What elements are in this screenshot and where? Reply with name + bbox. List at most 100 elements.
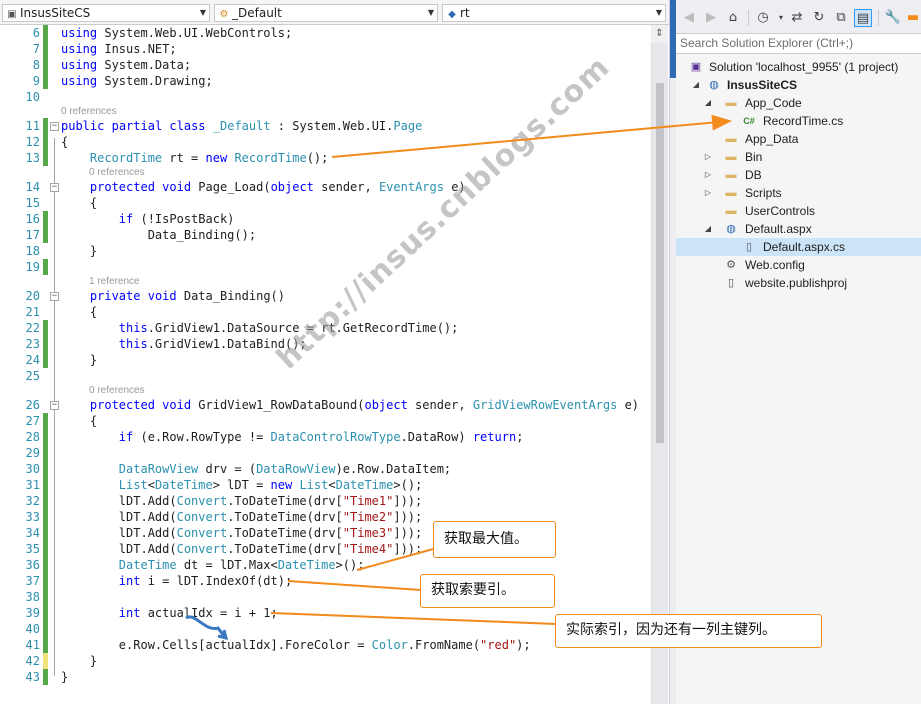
forward-icon[interactable]: ▶ <box>702 9 720 27</box>
codelens-page-load-references[interactable]: 0 references <box>89 166 145 180</box>
code-line[interactable]: 13 RecordTime rt = new RecordTime(); <box>0 150 651 166</box>
code-line[interactable]: 24 } <box>0 352 651 368</box>
code-line[interactable]: 30 DataRowView drv = (DataRowView)e.Row.… <box>0 461 651 477</box>
tree-item-app-code[interactable]: ◢ ▬ App_Code <box>676 94 921 112</box>
code-line[interactable]: 20 − private void Data_Binding() <box>0 288 651 304</box>
code-line[interactable]: 17 Data_Binding(); <box>0 227 651 243</box>
code-line[interactable]: 12 { <box>0 134 651 150</box>
code-text: lDT.Add(Convert.ToDateTime(drv["Time2"])… <box>61 509 422 525</box>
collapsed-triangle-icon[interactable]: ▷ <box>703 148 713 166</box>
code-line[interactable]: 19 <box>0 259 651 275</box>
code-line[interactable]: 32 lDT.Add(Convert.ToDateTime(drv["Time1… <box>0 493 651 509</box>
editor-split-icon[interactable]: ⇕ <box>651 25 668 43</box>
expanded-triangle-icon[interactable]: ◢ <box>691 76 701 94</box>
code-line[interactable]: 10 <box>0 89 651 105</box>
tree-item-web-config[interactable]: ⚙ Web.config <box>676 256 921 274</box>
member-combo[interactable]: ◆ rt ▼ <box>442 4 666 22</box>
tree-item-app-data[interactable]: ▬ App_Data <box>676 130 921 148</box>
tree-item-scripts[interactable]: ▷ ▬ Scripts <box>676 184 921 202</box>
code-line[interactable]: 41 e.Row.Cells[actualIdx].ForeColor = Co… <box>0 637 651 653</box>
code-line[interactable]: 9 using System.Drawing; <box>0 73 651 89</box>
tree-item-usercontrols[interactable]: ▬ UserControls <box>676 202 921 220</box>
code-line[interactable]: 40 <box>0 621 651 637</box>
code-text: using System.Web.UI.WebControls; <box>61 25 292 41</box>
code-line[interactable]: 6 using System.Web.UI.WebControls; <box>0 25 651 41</box>
code-keyword: void <box>162 180 192 194</box>
tree-item-solution[interactable]: ▣ Solution 'localhost_9955' (1 project) <box>676 58 921 76</box>
codelens-rowdatabound-references[interactable]: 0 references <box>89 384 145 398</box>
code-line[interactable]: 21 { <box>0 304 651 320</box>
code-line[interactable]: 15 { <box>0 195 651 211</box>
solution-explorer-search-input[interactable]: Search Solution Explorer (Ctrl+;) <box>676 33 921 54</box>
code-line[interactable]: 43} <box>0 669 651 685</box>
code-line[interactable]: 28 if (e.Row.RowType != DataControlRowTy… <box>0 429 651 445</box>
code-token: ])); <box>393 526 423 540</box>
preview-icon[interactable]: ▬ <box>904 9 921 27</box>
show-all-files-icon[interactable]: ▤ <box>854 9 872 27</box>
code-line[interactable]: 36 DateTime dt = lDT.Max<DateTime>(); <box>0 557 651 573</box>
collapse-region-icon[interactable]: − <box>50 183 59 192</box>
line-number: 9 <box>32 74 40 88</box>
tree-item-recordtime-cs[interactable]: C# RecordTime.cs <box>676 112 921 130</box>
expanded-triangle-icon[interactable]: ◢ <box>703 94 713 112</box>
code-token: sender, <box>407 398 473 412</box>
code-token: { <box>61 135 69 149</box>
code-line[interactable]: 18 } <box>0 243 651 259</box>
sync-icon[interactable]: ⇄ <box>788 9 806 27</box>
editor-vertical-scrollbar[interactable] <box>651 43 668 704</box>
collapsed-triangle-icon[interactable]: ▷ <box>703 184 713 202</box>
expanded-triangle-icon[interactable]: ◢ <box>703 220 713 238</box>
line-number: 36 <box>25 558 40 572</box>
code-keyword: int <box>118 574 141 588</box>
code-line[interactable]: 11 − public partial class _Default : Syste… <box>0 118 651 134</box>
scrollbar-thumb[interactable] <box>656 83 664 443</box>
code-type: Convert <box>176 542 228 556</box>
refresh-icon[interactable]: ↻ <box>810 9 828 27</box>
tree-item-bin[interactable]: ▷ ▬ Bin <box>676 148 921 166</box>
code-line[interactable]: 27 { <box>0 413 651 429</box>
class-combo[interactable]: ⚙ _Default ▼ <box>214 4 438 22</box>
saved-change-marker <box>43 493 48 509</box>
code-line[interactable]: 29 <box>0 445 651 461</box>
line-number: 27 <box>25 414 40 428</box>
code-line[interactable]: 22 this.GridView1.DataSource = rt.GetRec… <box>0 320 651 336</box>
code-editor[interactable]: ⇕ 0 references 0 references 1 reference … <box>0 25 669 704</box>
tree-item-publishproj[interactable]: ▯ website.publishproj <box>676 274 921 292</box>
codelens-class-references[interactable]: 0 references <box>61 105 117 119</box>
home-icon[interactable]: ⌂ <box>724 9 742 27</box>
pending-changes-filter-icon[interactable]: ◷ <box>754 9 772 27</box>
collapse-region-icon[interactable]: − <box>50 122 59 131</box>
codelens-data-binding-references[interactable]: 1 reference <box>89 275 140 289</box>
code-line[interactable]: 14 − protected void Page_Load(object send… <box>0 179 651 195</box>
code-token: e.Row.Cells[actualIdx].ForeColor = <box>61 638 372 652</box>
line-number: 15 <box>25 196 40 210</box>
code-text: if (!IsPostBack) <box>61 211 235 227</box>
tree-item-project[interactable]: ◢ ◍ InsusSiteCS <box>676 76 921 94</box>
code-line[interactable]: 16 if (!IsPostBack) <box>0 211 651 227</box>
project-combo[interactable]: ▣ InsusSiteCS ▼ <box>2 4 210 22</box>
code-line[interactable]: 31 List<DateTime> lDT = new List<DateTim… <box>0 477 651 493</box>
code-token: (e.Row.RowType != <box>133 430 271 444</box>
code-line[interactable]: 23 this.GridView1.DataBind(); <box>0 336 651 352</box>
tree-item-default-aspx-cs[interactable]: ▯ Default.aspx.cs <box>676 238 921 256</box>
chevron-down-icon: ▼ <box>199 8 206 17</box>
code-line[interactable]: 25 <box>0 368 651 384</box>
tree-item-db[interactable]: ▷ ▬ DB <box>676 166 921 184</box>
collapse-region-icon[interactable]: − <box>50 401 59 410</box>
tree-item-default-aspx[interactable]: ◢ ◍ Default.aspx <box>676 220 921 238</box>
csharp-file-icon: C# <box>743 116 755 126</box>
code-line[interactable]: 7 using Insus.NET; <box>0 41 651 57</box>
collapsed-triangle-icon[interactable]: ▷ <box>703 166 713 184</box>
collapse-region-icon[interactable]: − <box>50 292 59 301</box>
back-icon[interactable]: ◀ <box>680 9 698 27</box>
toolbar-separator <box>748 10 749 26</box>
code-line[interactable]: 8 using System.Data; <box>0 57 651 73</box>
code-line[interactable]: 26 − protected void GridView1_RowDataBoun… <box>0 397 651 413</box>
code-line[interactable]: 42 } <box>0 653 651 669</box>
properties-wrench-icon[interactable]: 🔧 <box>884 9 902 27</box>
collapse-all-icon[interactable]: ⧉ <box>832 9 850 27</box>
